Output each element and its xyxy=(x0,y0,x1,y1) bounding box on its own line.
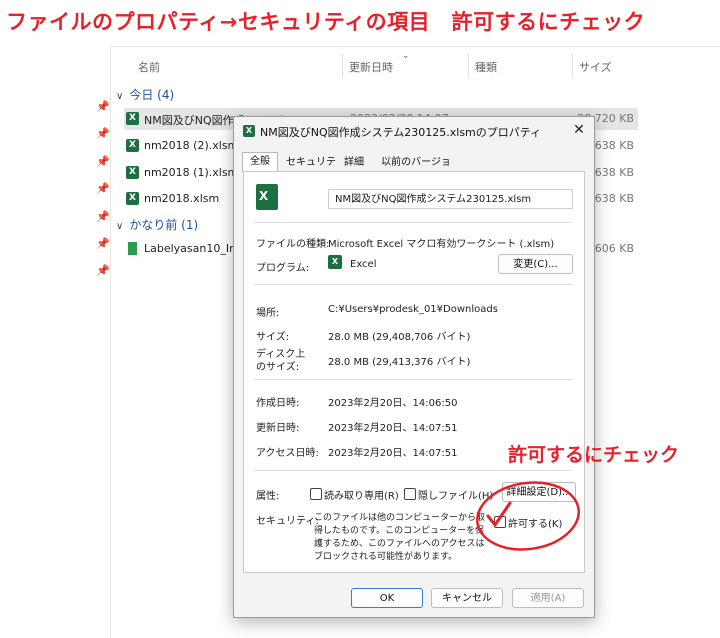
attributes-label: 属性: xyxy=(256,491,280,502)
apply-button[interactable]: 適用(A) xyxy=(512,588,584,608)
cancel-button[interactable]: キャンセル xyxy=(431,588,503,608)
chevron-down-icon: ∨ xyxy=(116,221,124,232)
pin-icon[interactable]: 📌 xyxy=(96,100,110,113)
pin-icon[interactable]: 📌 xyxy=(96,127,110,140)
divider xyxy=(254,379,572,380)
pin-icon[interactable]: 📌 xyxy=(96,210,110,223)
close-button[interactable]: ✕ xyxy=(570,121,588,139)
file-name: nm2018 (1).xlsm xyxy=(144,166,239,179)
excel-file-icon: X xyxy=(243,125,255,137)
column-header-modified[interactable]: 更新日時 xyxy=(349,59,393,75)
program-label: プログラム: xyxy=(256,263,310,274)
divider xyxy=(254,222,572,223)
column-divider[interactable] xyxy=(342,54,343,78)
tab-general[interactable]: 全般 xyxy=(242,152,278,172)
size-label: サイズ: xyxy=(256,332,290,343)
modified-value: 2023年2月20日、14:07:51 xyxy=(328,423,458,434)
pin-icon[interactable]: 📌 xyxy=(96,264,110,277)
file-type-value: Microsoft Excel マクロ有効ワークシート (.xlsm) xyxy=(328,239,555,250)
created-value: 2023年2月20日、14:06:50 xyxy=(328,398,458,409)
group-header-today[interactable]: ∨ 今日 (4) xyxy=(116,86,174,103)
disk-size-label: ディスク上 のサイズ: xyxy=(256,349,306,373)
disk-size-value: 28.0 MB (29,413,376 バイト) xyxy=(328,357,471,368)
accessed-label: アクセス日時: xyxy=(256,448,319,459)
check-mark-icon xyxy=(486,501,512,527)
pin-icon[interactable]: 📌 xyxy=(96,182,110,195)
file-size: 606 KB xyxy=(594,242,634,255)
sort-chevron-icon: ⌄ xyxy=(402,51,410,61)
change-program-button[interactable]: 変更(C)... xyxy=(498,254,573,274)
modified-label: 更新日時: xyxy=(256,423,300,434)
readonly-checkbox[interactable] xyxy=(310,488,322,500)
program-value: Excel xyxy=(350,259,377,270)
group-label: 今日 (4) xyxy=(129,88,175,102)
tab-security[interactable]: セキュリティ xyxy=(284,153,338,185)
divider xyxy=(254,284,572,285)
dialog-title: NM図及びNQ図作成システム230125.xlsmのプロパティ xyxy=(260,126,542,139)
size-value: 28.0 MB (29,408,706 バイト) xyxy=(328,332,471,343)
excel-file-icon: X xyxy=(126,139,139,152)
excel-file-icon: X xyxy=(256,184,278,210)
location-value: C:¥Users¥prodesk_01¥Downloads xyxy=(328,304,498,315)
excel-app-icon: X xyxy=(328,255,342,269)
file-name-field[interactable]: NM図及びNQ図作成システム230125.xlsm xyxy=(328,189,573,209)
pin-icon[interactable]: 📌 xyxy=(96,237,110,250)
file-name: nm2018.xlsm xyxy=(144,192,220,205)
accessed-value: 2023年2月20日、14:07:51 xyxy=(328,448,458,459)
column-header-type[interactable]: 種類 xyxy=(475,59,497,75)
column-header-size[interactable]: サイズ xyxy=(579,59,612,75)
group-label: かなり前 (1) xyxy=(129,218,199,232)
ok-button[interactable]: OK xyxy=(351,588,423,608)
column-divider[interactable] xyxy=(468,54,469,78)
divider xyxy=(254,470,572,471)
created-label: 作成日時: xyxy=(256,398,300,409)
chevron-down-icon: ∨ xyxy=(116,91,124,102)
annotation-callout: 許可するにチェック xyxy=(508,444,680,466)
security-label: セキュリティ: xyxy=(256,516,319,527)
hidden-checkbox[interactable] xyxy=(404,488,416,500)
column-divider[interactable] xyxy=(572,54,573,78)
tab-details[interactable]: 詳細 xyxy=(338,153,370,172)
installer-icon xyxy=(128,242,137,255)
excel-file-icon: X xyxy=(126,166,139,179)
group-header-long-ago[interactable]: ∨ かなり前 (1) xyxy=(116,216,198,233)
excel-file-icon: X xyxy=(126,112,139,125)
location-label: 場所: xyxy=(256,308,280,319)
excel-file-icon: X xyxy=(126,192,139,205)
security-warning-text: このファイルは他のコンピューターから取得したものです。このコンピューターを保護す… xyxy=(314,513,486,562)
readonly-label[interactable]: 読み取り専用(R) xyxy=(324,487,399,502)
column-header-name[interactable]: 名前 xyxy=(138,59,160,75)
tab-previous-versions[interactable]: 以前のバージョン xyxy=(378,153,454,185)
file-name: nm2018 (2).xlsm xyxy=(144,139,239,152)
file-type-label: ファイルの種類: xyxy=(256,239,330,250)
annotation-heading: ファイルのプロパティ→セキュリティの項目 許可するにチェック xyxy=(6,10,646,34)
pin-icon[interactable]: 📌 xyxy=(96,155,110,168)
